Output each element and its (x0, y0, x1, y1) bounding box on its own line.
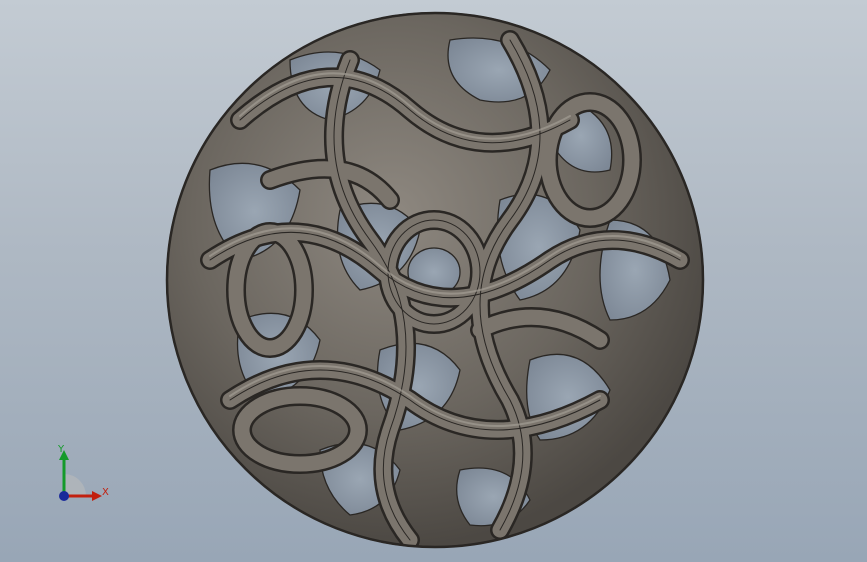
graphics-viewport[interactable]: X Y (0, 0, 867, 562)
axis-triad: X Y (50, 438, 120, 508)
lattice-sphere-model[interactable] (150, 0, 720, 562)
y-axis-label: Y (58, 444, 65, 455)
x-axis-label: X (102, 487, 109, 498)
